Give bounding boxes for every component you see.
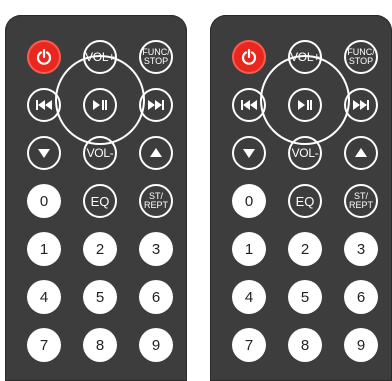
power-button[interactable] (232, 40, 266, 74)
digit-8-button[interactable]: 8 (83, 328, 117, 362)
digit-1-label: 1 (39, 240, 49, 258)
digit-9-label: 9 (151, 336, 161, 354)
next-track-button[interactable] (139, 88, 173, 122)
digit-9-button[interactable]: 9 (344, 328, 378, 362)
previous-track-button[interactable] (232, 88, 266, 122)
next-track-icon (352, 99, 370, 111)
digit-2-label: 2 (95, 240, 105, 258)
power-icon (35, 48, 53, 66)
digit-6-button[interactable]: 6 (139, 280, 173, 314)
digit-5-button[interactable]: 5 (288, 280, 322, 314)
func-stop-label: FUNC/ STOP (142, 47, 170, 66)
digit-4-label: 4 (244, 288, 254, 306)
digit-1-button[interactable]: 1 (27, 232, 61, 266)
digit-6-button[interactable]: 6 (344, 280, 378, 314)
previous-track-icon (35, 99, 53, 111)
vol-down-button[interactable]: VOL- (83, 136, 117, 170)
vol-down-label: VOL- (291, 146, 319, 160)
play-pause-icon (92, 99, 108, 111)
digit-4-button[interactable]: 4 (27, 280, 61, 314)
previous-track-icon (240, 99, 258, 111)
digit-0-label: 0 (39, 192, 49, 210)
remote-right: VOL+ FUNC/ STOP VOL- 0 EQ ST/ REPT 1 2 3… (210, 15, 392, 381)
vol-up-label: VOL+ (290, 50, 320, 64)
next-track-icon (147, 99, 165, 111)
vol-up-button[interactable]: VOL+ (83, 40, 117, 74)
vol-down-button[interactable]: VOL- (288, 136, 322, 170)
digit-7-button[interactable]: 7 (232, 328, 266, 362)
digit-5-button[interactable]: 5 (83, 280, 117, 314)
digit-2-button[interactable]: 2 (83, 232, 117, 266)
previous-track-button[interactable] (27, 88, 61, 122)
play-pause-button[interactable] (83, 88, 117, 122)
vol-up-label: VOL+ (85, 50, 115, 64)
eq-button[interactable]: EQ (83, 184, 117, 218)
up-arrow-icon (354, 147, 368, 159)
vol-up-button[interactable]: VOL+ (288, 40, 322, 74)
digit-5-label: 5 (95, 288, 105, 306)
digit-3-label: 3 (356, 240, 366, 258)
st-rept-label: ST/ REPT (348, 191, 373, 210)
vol-down-label: VOL- (86, 146, 114, 160)
digit-0-button[interactable]: 0 (27, 184, 61, 218)
digit-4-button[interactable]: 4 (232, 280, 266, 314)
up-arrow-icon (149, 147, 163, 159)
digit-4-label: 4 (39, 288, 49, 306)
digit-8-label: 8 (300, 336, 310, 354)
digit-0-label: 0 (244, 192, 254, 210)
play-pause-icon (297, 99, 313, 111)
digit-6-label: 6 (151, 288, 161, 306)
digit-5-label: 5 (300, 288, 310, 306)
power-icon (240, 48, 258, 66)
st-rept-label: ST/ REPT (143, 191, 168, 210)
st-rept-button[interactable]: ST/ REPT (344, 184, 378, 218)
up-button[interactable] (139, 136, 173, 170)
func-stop-button[interactable]: FUNC/ STOP (344, 40, 378, 74)
up-button[interactable] (344, 136, 378, 170)
digit-7-label: 7 (244, 336, 254, 354)
digit-3-button[interactable]: 3 (344, 232, 378, 266)
digit-7-label: 7 (39, 336, 49, 354)
digit-9-label: 9 (356, 336, 366, 354)
power-button[interactable] (27, 40, 61, 74)
digit-6-label: 6 (356, 288, 366, 306)
eq-button[interactable]: EQ (288, 184, 322, 218)
down-arrow-icon (37, 147, 51, 159)
next-track-button[interactable] (344, 88, 378, 122)
digit-3-button[interactable]: 3 (139, 232, 173, 266)
digit-1-label: 1 (244, 240, 254, 258)
digit-0-button[interactable]: 0 (232, 184, 266, 218)
digit-2-button[interactable]: 2 (288, 232, 322, 266)
digit-7-button[interactable]: 7 (27, 328, 61, 362)
st-rept-button[interactable]: ST/ REPT (139, 184, 173, 218)
func-stop-button[interactable]: FUNC/ STOP (139, 40, 173, 74)
remote-left: VOL+ FUNC/ STOP VOL- 0 EQ ST/ REPT 1 2 3… (5, 15, 187, 381)
eq-label: EQ (90, 193, 110, 209)
down-arrow-icon (242, 147, 256, 159)
digit-1-button[interactable]: 1 (232, 232, 266, 266)
down-button[interactable] (232, 136, 266, 170)
digit-3-label: 3 (151, 240, 161, 258)
digit-9-button[interactable]: 9 (139, 328, 173, 362)
digit-8-button[interactable]: 8 (288, 328, 322, 362)
play-pause-button[interactable] (288, 88, 322, 122)
eq-label: EQ (295, 193, 315, 209)
digit-2-label: 2 (300, 240, 310, 258)
digit-8-label: 8 (95, 336, 105, 354)
func-stop-label: FUNC/ STOP (347, 47, 375, 66)
down-button[interactable] (27, 136, 61, 170)
